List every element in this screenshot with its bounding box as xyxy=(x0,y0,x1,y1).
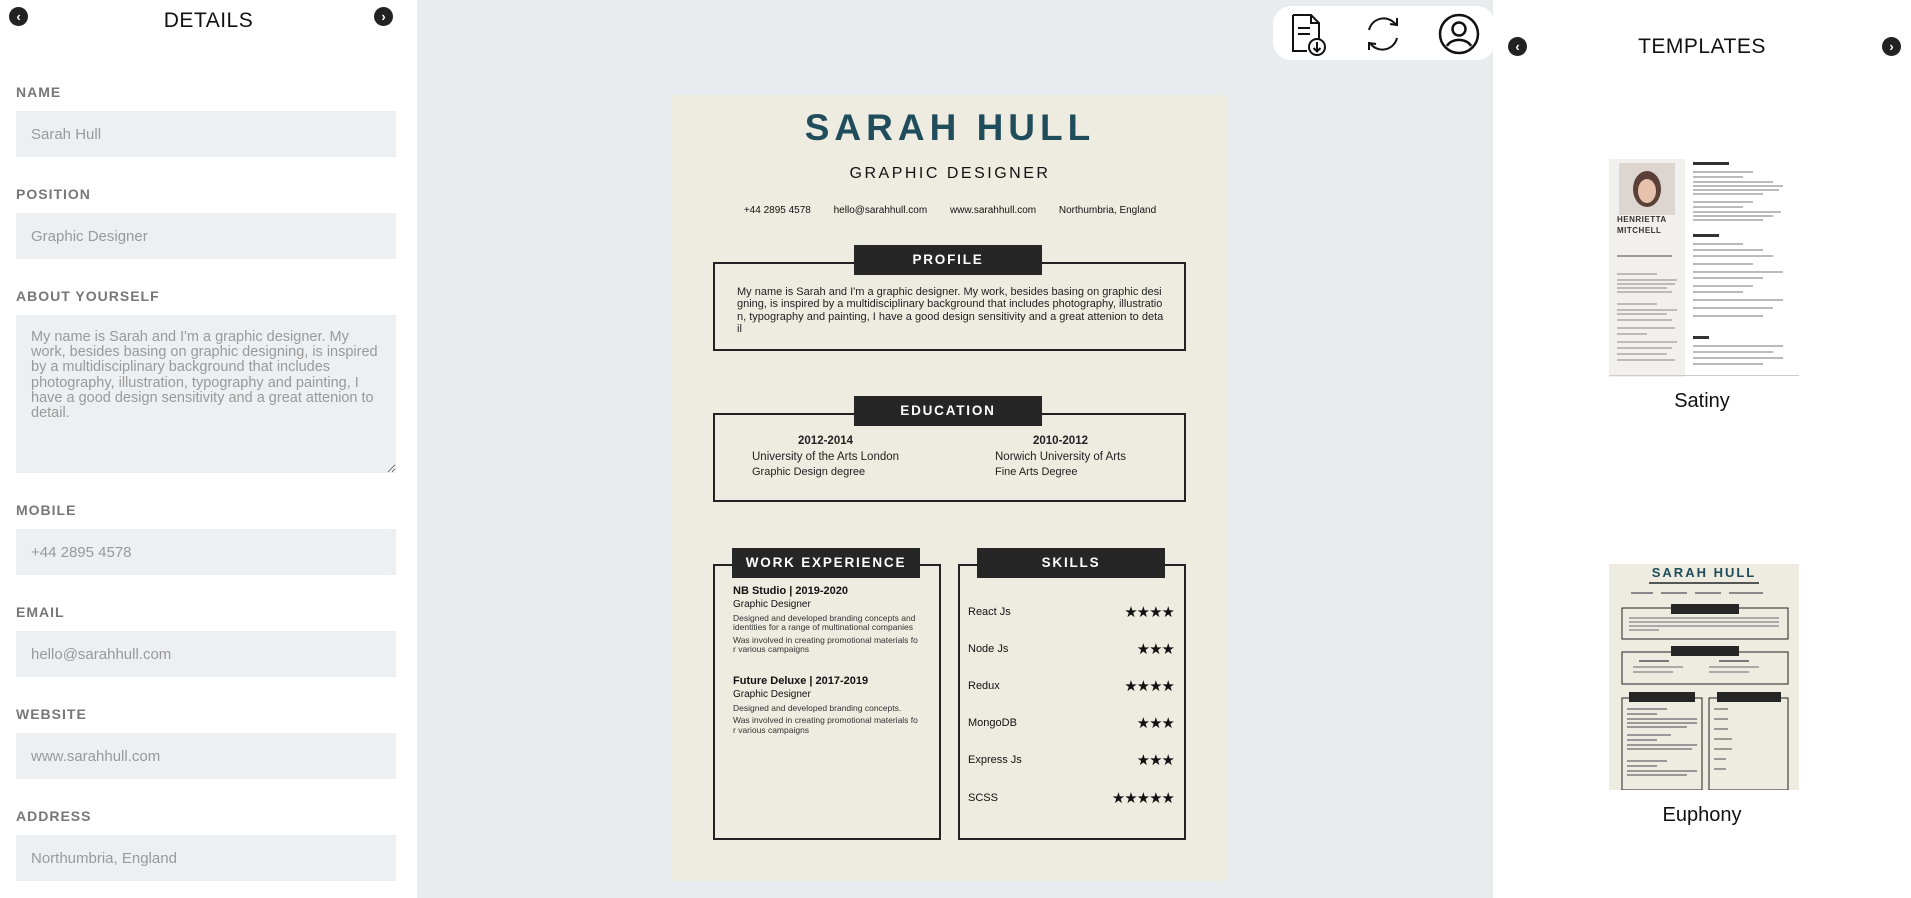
education-item: 2012-2014 University of the Arts London … xyxy=(752,435,899,478)
skill-rating-stars: ★★★ xyxy=(1136,752,1175,769)
education-years: 2010-2012 xyxy=(1033,435,1088,447)
education-item: 2010-2012 Norwich University of Arts Fin… xyxy=(995,435,1126,478)
mobile-input[interactable] xyxy=(16,529,396,575)
skill-row: React Js ★★★★ xyxy=(968,604,1175,624)
skill-row: SCSS ★★★★★ xyxy=(968,790,1175,810)
resume-position: GRAPHIC DESIGNER xyxy=(849,165,1051,182)
skill-row: Express Js ★★★ xyxy=(968,752,1175,772)
resume-name: SARAH HULL xyxy=(804,107,1096,148)
education-years: 2012-2014 xyxy=(798,435,854,447)
education-school: Norwich University of Arts xyxy=(995,451,1127,463)
skill-row: Redux ★★★★ xyxy=(968,678,1175,698)
skills-heading: SKILLS xyxy=(977,548,1165,578)
education-section: 2012-2014 University of the Arts London … xyxy=(713,413,1186,502)
skill-rating-stars: ★★★ xyxy=(1136,641,1175,658)
satiny-preview-graphic xyxy=(1609,159,1799,377)
resume-website: www.sarahhull.com xyxy=(949,205,1037,216)
skill-rating-stars: ★★★★★ xyxy=(1111,790,1175,807)
download-document-icon[interactable] xyxy=(1285,12,1329,56)
job-role: Graphic Designer xyxy=(733,599,811,610)
skill-row: MongoDB ★★★ xyxy=(968,715,1175,735)
education-degree: Fine Arts Degree xyxy=(995,466,1078,478)
work-section: NB Studio | 2019-2020 Graphic Designer D… xyxy=(713,564,941,840)
details-title: DETAILS xyxy=(163,9,254,32)
template-name-satiny[interactable]: Satiny xyxy=(1493,390,1911,413)
about-textarea[interactable] xyxy=(16,315,396,473)
address-input[interactable] xyxy=(16,835,396,881)
next-arrow-icon[interactable]: › xyxy=(1882,37,1901,56)
skill-name: Redux xyxy=(968,680,1000,692)
website-input[interactable] xyxy=(16,733,396,779)
refresh-icon[interactable] xyxy=(1361,12,1405,56)
skill-rating-stars: ★★★ xyxy=(1136,715,1175,732)
website-label: WEBSITE xyxy=(16,706,87,722)
templates-title: TEMPLATES xyxy=(1638,35,1766,58)
job-description: Designed and developed branding concepts… xyxy=(733,703,902,713)
education-heading: EDUCATION xyxy=(854,396,1042,426)
templates-panel: ‹ TEMPLATES › HENRIETTA MITCHELL Satiny … xyxy=(1493,0,1911,898)
job-description: Was involved in creating promotional mat… xyxy=(733,634,918,655)
job-entry: NB Studio | 2019-2020 Graphic Designer D… xyxy=(733,585,919,657)
profile-section: My name is Sarah and I'm a graphic desig… xyxy=(713,262,1186,351)
mobile-label: MOBILE xyxy=(16,502,77,518)
job-title: NB Studio | 2019-2020 xyxy=(733,585,848,597)
resume-contacts: +44 2895 4578 hello@sarahhull.com www.sa… xyxy=(672,205,1228,216)
skill-name: SCSS xyxy=(968,792,998,804)
skill-name: React Js xyxy=(968,606,1011,618)
profile-text: My name is Sarah and I'm a graphic desig… xyxy=(737,286,1164,336)
education-degree: Graphic Design degree xyxy=(752,466,866,478)
work-heading: WORK EXPERIENCE xyxy=(732,548,920,578)
profile-heading: PROFILE xyxy=(854,245,1042,275)
euphony-preview-graphic xyxy=(1621,582,1789,790)
resume-preview: SARAH HULL GRAPHIC DESIGNER +44 2895 457… xyxy=(672,95,1228,881)
job-role: Graphic Designer xyxy=(733,689,811,700)
skill-name: Express Js xyxy=(968,754,1022,766)
job-title: Future Deluxe | 2017-2019 xyxy=(733,675,869,687)
skill-name: MongoDB xyxy=(968,717,1017,729)
position-input[interactable] xyxy=(16,213,396,259)
resume-email: hello@sarahhull.com xyxy=(833,205,928,216)
job-description: Was involved in creating promotional mat… xyxy=(733,715,918,735)
details-panel: ‹ DETAILS › NAME POSITION ABOUT YOURSELF… xyxy=(0,0,417,898)
education-school: University of the Arts London xyxy=(752,451,900,463)
satiny-preview-name: HENRIETTA MITCHELL xyxy=(1617,215,1667,235)
next-arrow-icon[interactable]: › xyxy=(374,7,393,26)
about-label: ABOUT YOURSELF xyxy=(16,288,160,304)
name-input[interactable] xyxy=(16,111,396,157)
template-name-euphony[interactable]: Euphony xyxy=(1493,804,1911,827)
email-input[interactable] xyxy=(16,631,396,677)
resume-phone: +44 2895 4578 xyxy=(743,205,811,216)
job-description: Designed and developed branding concepts… xyxy=(733,613,916,633)
resume-address: Northumbria, England xyxy=(1058,205,1157,216)
skill-row: Node Js ★★★ xyxy=(968,641,1175,661)
template-thumbnail-satiny[interactable]: HENRIETTA MITCHELL xyxy=(1609,159,1799,385)
skills-section: React Js ★★★★ Node Js ★★★ Redux ★★★★ Mon… xyxy=(958,564,1186,840)
skill-name: Node Js xyxy=(968,643,1009,655)
skill-rating-stars: ★★★★ xyxy=(1124,604,1175,621)
template-thumbnail-euphony[interactable]: SARAH HULL xyxy=(1609,564,1799,790)
preview-area: SARAH HULL GRAPHIC DESIGNER +44 2895 457… xyxy=(417,0,1495,898)
address-label: ADDRESS xyxy=(16,808,92,824)
position-label: POSITION xyxy=(16,186,91,202)
job-entry: Future Deluxe | 2017-2019 Graphic Design… xyxy=(733,675,919,738)
user-profile-icon[interactable] xyxy=(1437,12,1481,56)
skill-rating-stars: ★★★★ xyxy=(1124,678,1175,695)
email-label: EMAIL xyxy=(16,604,65,620)
name-label: NAME xyxy=(16,84,62,100)
toolbar xyxy=(1273,6,1495,60)
euphony-preview-name: SARAH HULL xyxy=(1651,565,1757,580)
